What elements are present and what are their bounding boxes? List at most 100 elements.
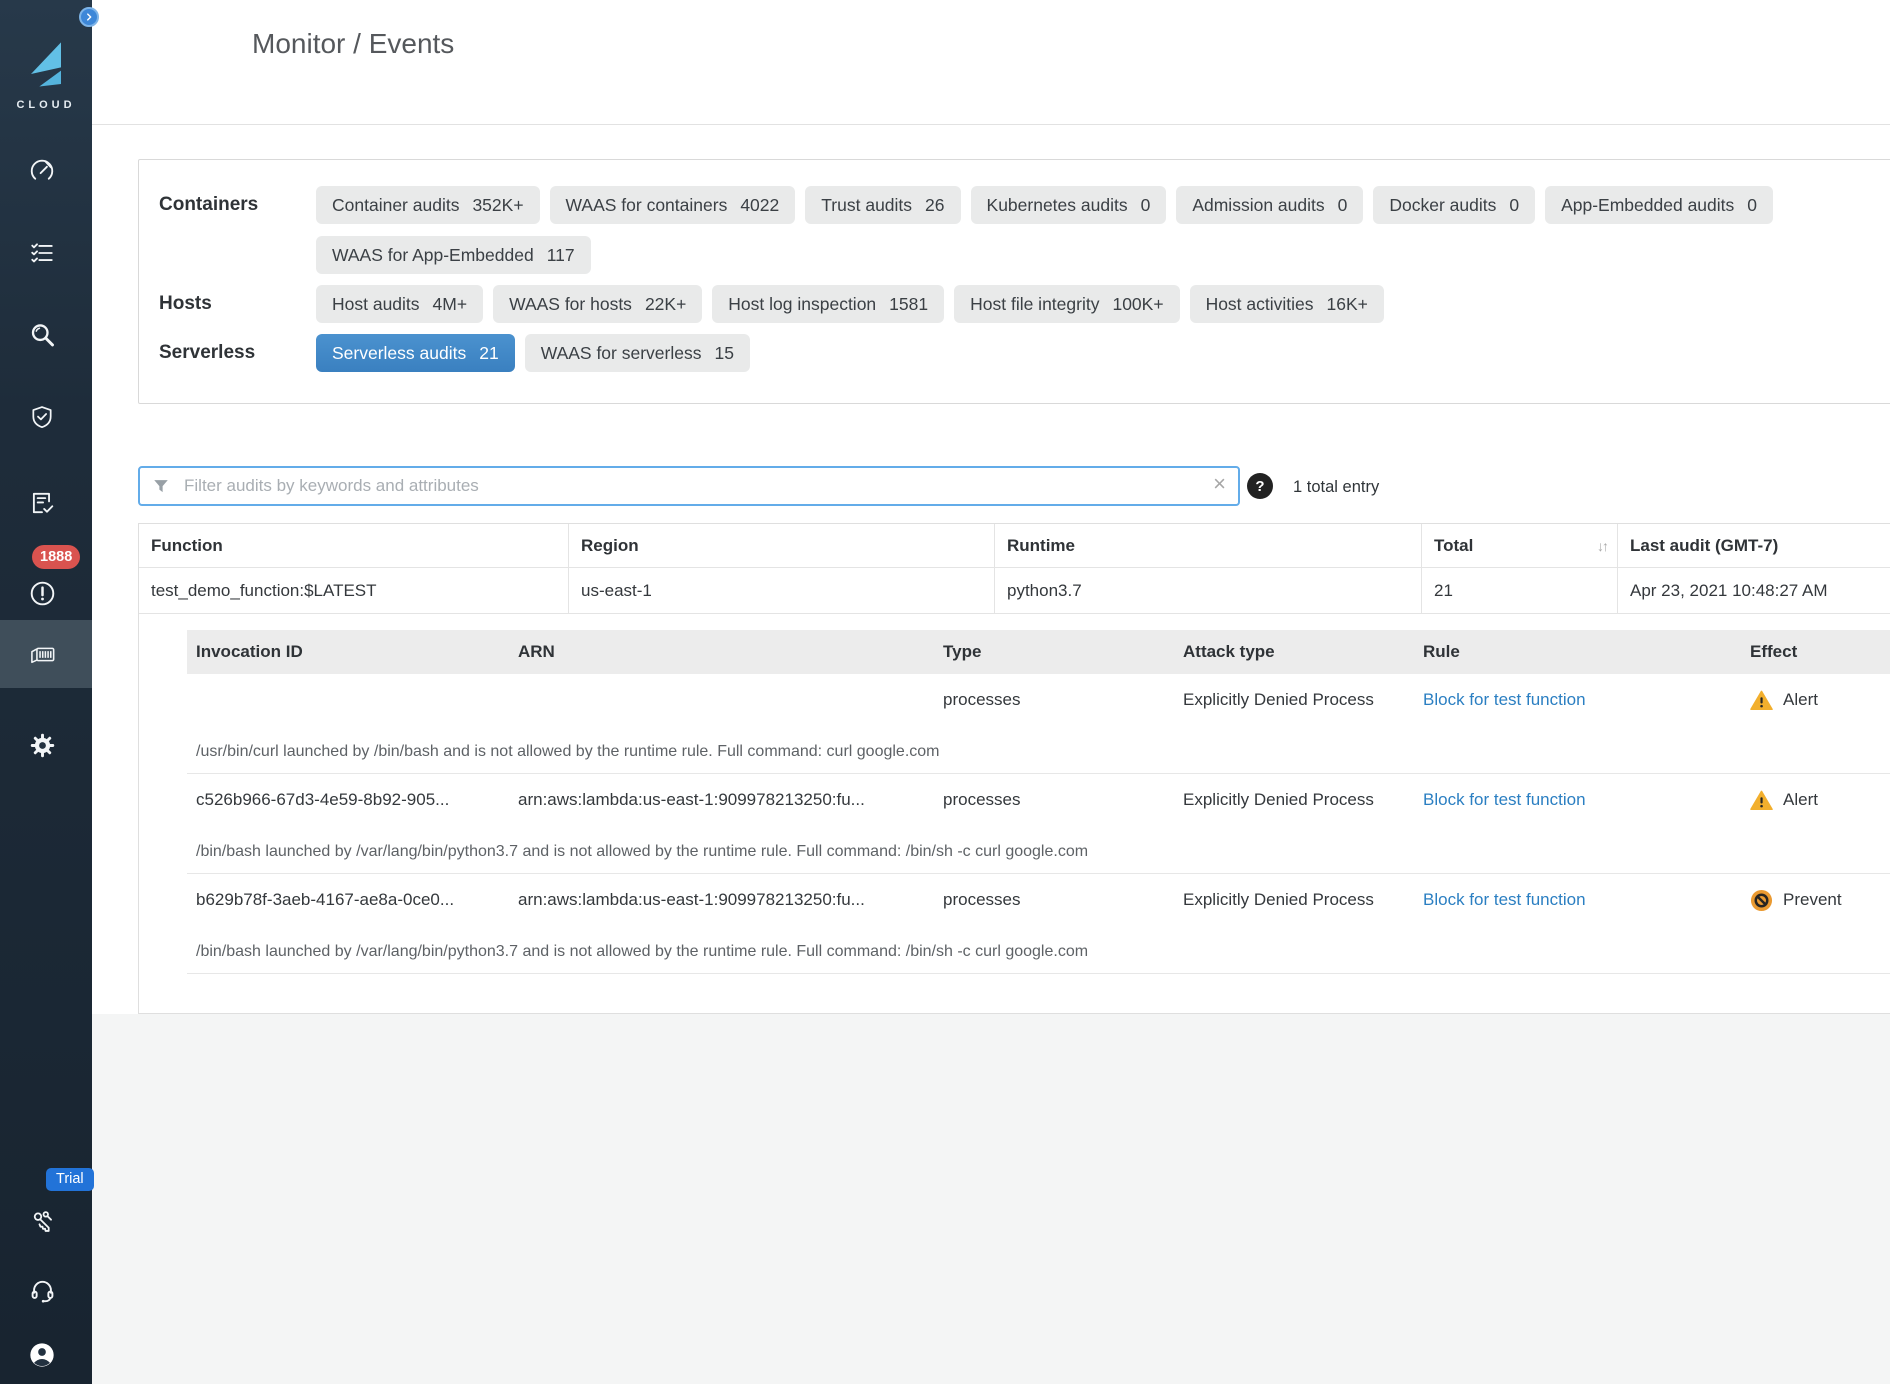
filter-chip[interactable]: Host audits4M+: [316, 285, 483, 323]
chip-count: 117: [547, 245, 575, 266]
filter-chip[interactable]: Container audits 352K+: [316, 186, 540, 224]
filter-group-label: Hosts: [159, 285, 316, 323]
filter-chip[interactable]: Host file integrity100K+: [954, 285, 1179, 323]
chip-label: Container audits: [332, 195, 459, 216]
chip-label: Host activities: [1206, 294, 1314, 315]
chip-label: App-Embedded audits: [1561, 195, 1734, 216]
rule-link[interactable]: Block for test function: [1423, 890, 1586, 909]
audit-cell-arn: arn:aws:lambda:us-east-1:909978213250:fu…: [509, 890, 934, 910]
filter-chip[interactable]: App-Embedded audits0: [1545, 186, 1773, 224]
nav-dashboard[interactable]: [0, 137, 92, 205]
chip-count: 0: [1141, 195, 1151, 216]
column-header-runtime[interactable]: Runtime: [995, 524, 1422, 567]
audit-description: /usr/bin/curl launched by /bin/bash and …: [187, 743, 1890, 761]
cell-runtime: python3.7: [995, 568, 1422, 613]
sidebar: CLOUD 1888 Trial: [0, 0, 92, 1384]
filter-chip[interactable]: WAAS for hosts22K+: [493, 285, 702, 323]
nav-alerts[interactable]: 1888: [0, 559, 92, 627]
chip-label: WAAS for hosts: [509, 294, 632, 315]
nav-account[interactable]: [0, 1321, 92, 1384]
filter-input[interactable]: [138, 466, 1240, 506]
filter-chip[interactable]: Kubernetes audits 0: [971, 186, 1167, 224]
chip-count: 16K+: [1327, 294, 1368, 315]
container-icon: [28, 641, 57, 668]
nav-compliance[interactable]: [0, 469, 92, 537]
nav-search[interactable]: [0, 301, 92, 369]
audit-row[interactable]: processesExplicitly Denied Process Block …: [187, 674, 1890, 774]
audit-cell-rule: Block for test function: [1414, 790, 1741, 810]
bottom-strip: [92, 1014, 1890, 1384]
filter-group-serverless: ServerlessServerless audits21WAAS for se…: [159, 334, 1890, 372]
audit-column-rule: Rule: [1414, 642, 1741, 662]
audit-rows: processesExplicitly Denied ProcessBlock …: [187, 674, 1890, 974]
keys-icon: [29, 1209, 56, 1236]
shield-check-icon: [29, 404, 55, 430]
chip-count: 0: [1509, 195, 1519, 216]
audit-row[interactable]: c526b966-67d3-4e59-8b92-905...arn:aws:la…: [187, 774, 1890, 874]
filter-chip[interactable]: Admission audits0: [1176, 186, 1363, 224]
nav-policies[interactable]: [0, 219, 92, 287]
chip-count: 4M+: [433, 294, 468, 315]
events-table: Function Region Runtime Total ↓↑ Last au…: [138, 523, 1890, 1014]
audit-cell-type: processes: [934, 890, 1174, 910]
nav-support[interactable]: [0, 1256, 92, 1324]
audit-row[interactable]: b629b78f-3aeb-4167-ae8a-0ce0...arn:aws:l…: [187, 874, 1890, 974]
checklist-icon: [29, 240, 55, 266]
audit-cell-invocation-id: c526b966-67d3-4e59-8b92-905...: [187, 790, 509, 810]
filter-group-containers: Containers Container audits 352K+ WAAS for …: [159, 186, 1890, 274]
clear-filter-icon[interactable]: ×: [1213, 471, 1226, 497]
audit-cell-effect: Alert: [1741, 790, 1890, 811]
chevron-right-icon: [84, 12, 94, 22]
audit-cell-type: processes: [934, 690, 1174, 710]
sidebar-expand-button[interactable]: [79, 7, 99, 27]
nav-defend[interactable]: [0, 383, 92, 451]
column-header-last-audit[interactable]: Last audit (GMT-7): [1618, 524, 1890, 567]
filter-chip[interactable]: WAAS for containers 4022: [550, 186, 796, 224]
chip-label: Host log inspection: [728, 294, 876, 315]
cell-function: test_demo_function:$LATEST: [139, 568, 569, 613]
audit-cell-attack-type: Explicitly Denied Process: [1174, 790, 1414, 810]
chip-label: Host file integrity: [970, 294, 1099, 315]
column-header-function[interactable]: Function: [139, 524, 569, 567]
filter-chip[interactable]: Host activities 16K+: [1190, 285, 1384, 323]
filter-chip[interactable]: Serverless audits21: [316, 334, 515, 372]
filter-chip[interactable]: Trust audits26: [805, 186, 960, 224]
app-header: Monitor / Events: [92, 0, 1890, 125]
chip-label: Docker audits: [1389, 195, 1496, 216]
filter-group-label: Containers: [159, 186, 316, 274]
chip-count: 15: [714, 343, 733, 364]
audit-cell-attack-type: Explicitly Denied Process: [1174, 690, 1414, 710]
sort-icon[interactable]: ↓↑: [1597, 538, 1607, 554]
rule-link[interactable]: Block for test function: [1423, 690, 1586, 709]
chip-count: 352K+: [472, 195, 523, 216]
chip-list: Container audits 352K+ WAAS for containers…: [316, 186, 1836, 274]
chip-list: Host audits4M+ WAAS for hosts22K+ Host log…: [316, 285, 1836, 323]
audit-column-effect: Effect: [1741, 642, 1890, 662]
warning-triangle-icon: [1750, 690, 1773, 711]
nav-credentials[interactable]: Trial: [0, 1188, 92, 1256]
chip-label: WAAS for containers: [566, 195, 728, 216]
column-header-total[interactable]: Total ↓↑: [1422, 524, 1618, 567]
page: CLOUD 1888 Trial Monitor / Events Contain…: [0, 0, 1890, 1384]
chip-count: 4022: [740, 195, 779, 216]
total-entries-label: 1 total entry: [1293, 478, 1379, 497]
warning-triangle-icon: [1750, 790, 1773, 811]
app-logo[interactable]: CLOUD: [0, 40, 92, 111]
chip-label: Kubernetes audits: [987, 195, 1128, 216]
filter-chip[interactable]: WAAS for App-Embedded117: [316, 236, 591, 274]
rule-link[interactable]: Block for test function: [1423, 790, 1586, 809]
chip-count: 21: [479, 343, 498, 364]
help-icon[interactable]: ?: [1247, 473, 1273, 499]
chip-label: WAAS for serverless: [541, 343, 702, 364]
nav-containers[interactable]: [0, 620, 92, 688]
filter-chip[interactable]: Host log inspection1581: [712, 285, 944, 323]
filter-chip[interactable]: Docker audits 0: [1373, 186, 1535, 224]
cell-total: 21: [1422, 568, 1618, 613]
filter-chip[interactable]: WAAS for serverless 15: [525, 334, 750, 372]
nav-settings[interactable]: [0, 711, 92, 779]
column-header-region[interactable]: Region: [569, 524, 995, 567]
function-row[interactable]: test_demo_function:$LATEST us-east-1 pyt…: [139, 568, 1890, 614]
chip-count: 0: [1338, 195, 1348, 216]
filter-groups: Containers Container audits 352K+ WAAS for …: [159, 186, 1890, 372]
effect-label: Prevent: [1783, 890, 1842, 910]
